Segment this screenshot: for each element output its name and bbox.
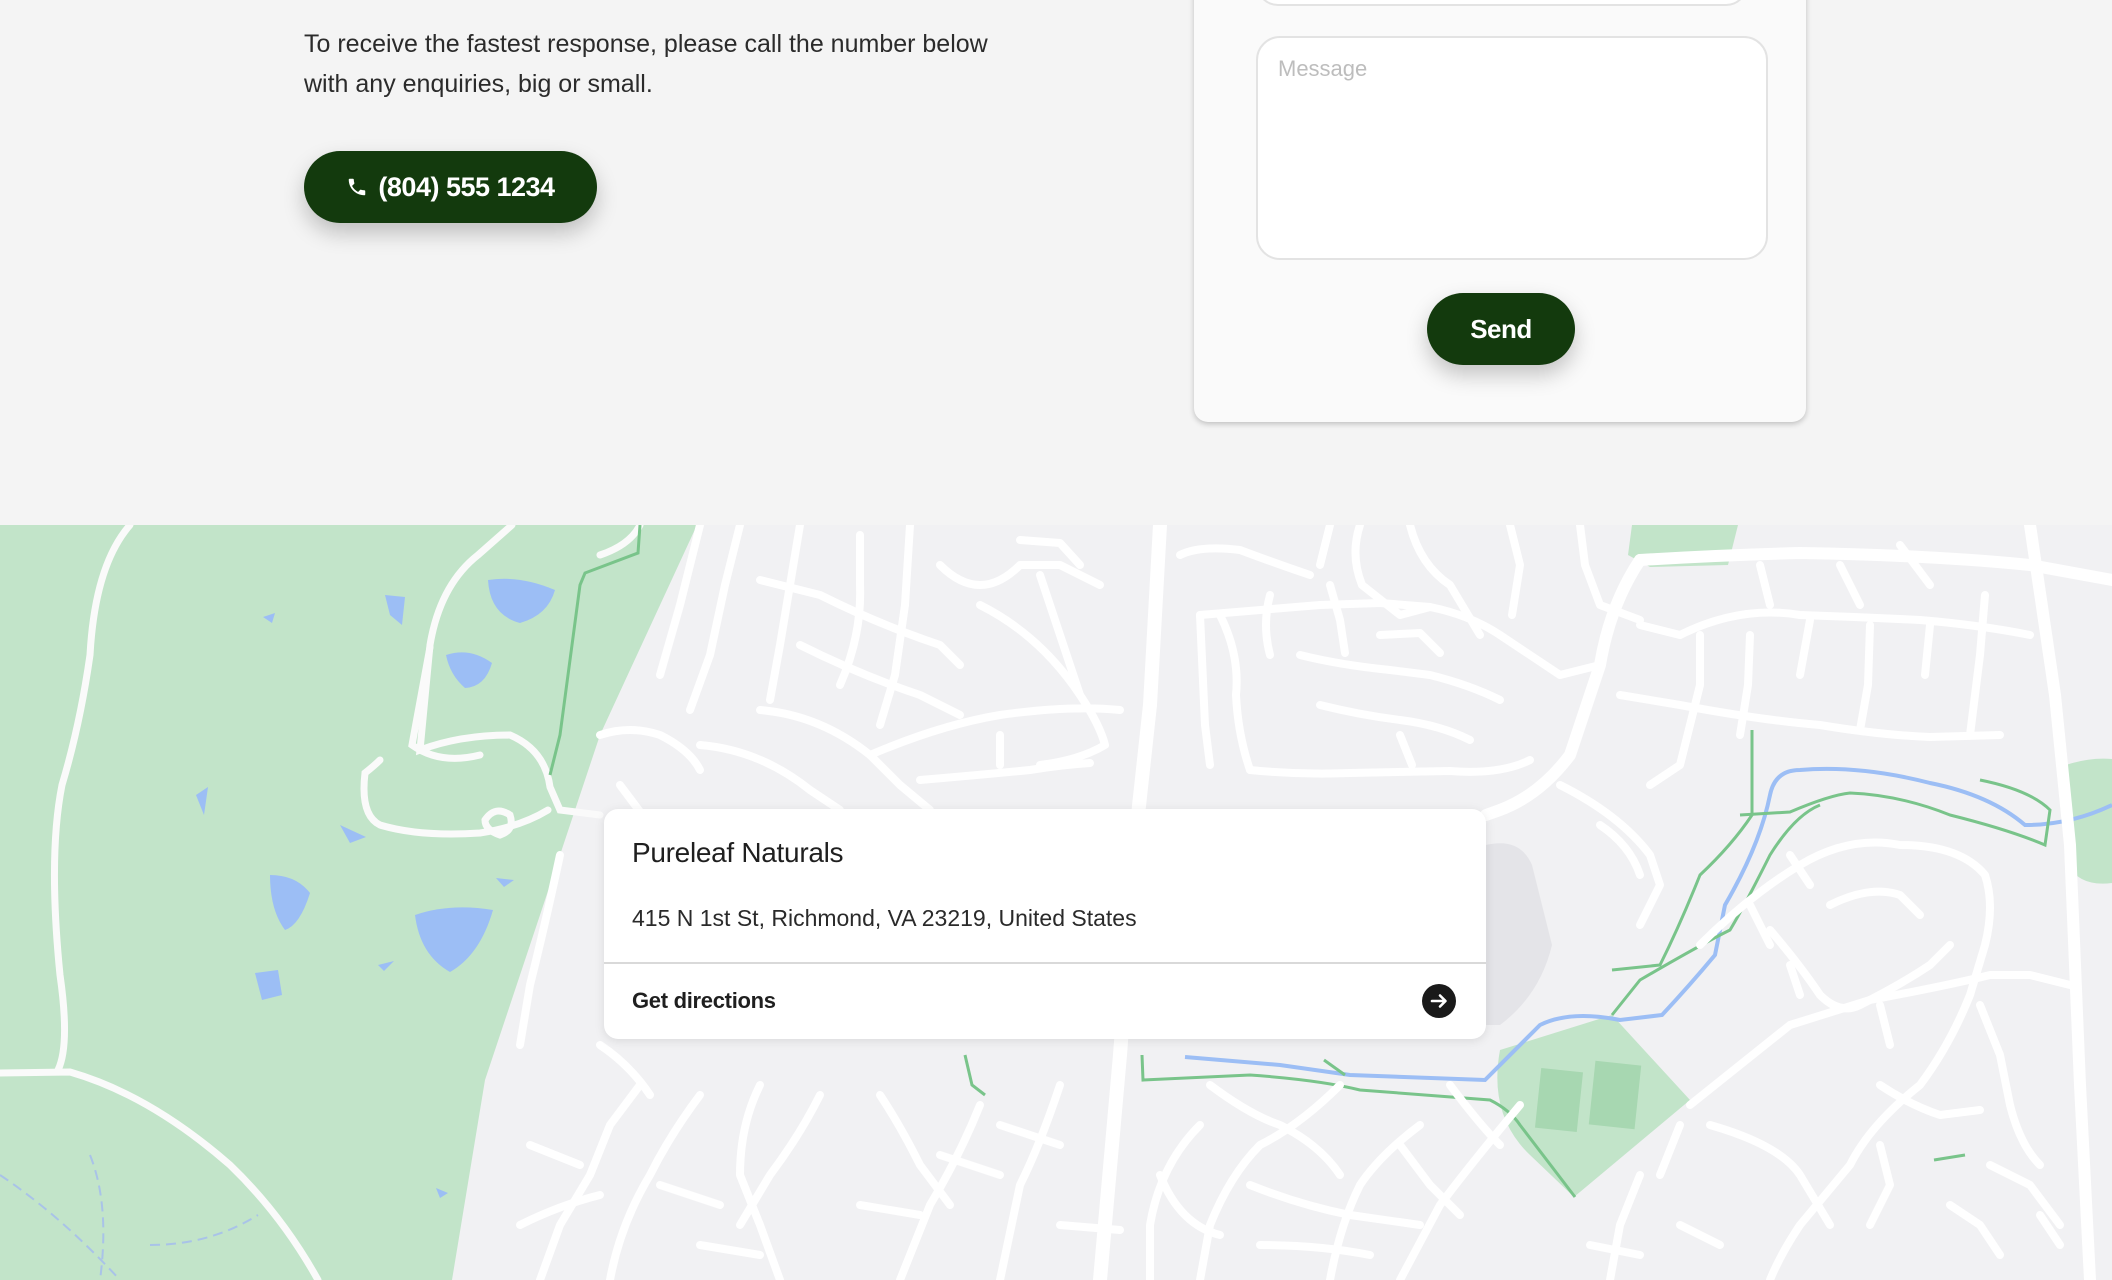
place-address: 415 N 1st St, Richmond, VA 23219, United…: [632, 905, 1137, 931]
form-field-above[interactable]: [1256, 0, 1748, 6]
contact-form-card: Send: [1194, 0, 1806, 422]
phone-icon: [349, 178, 366, 196]
directions-label: Get directions: [632, 988, 776, 1013]
contact-section: To receive the fastest response, please …: [0, 0, 2112, 525]
message-field[interactable]: [1256, 36, 1768, 260]
phone-number-label: (804) 555 1234: [378, 171, 555, 202]
place-name: Pureleaf Naturals: [632, 837, 844, 868]
building-area: [1486, 843, 1552, 1025]
intro-text: To receive the fastest response, please …: [304, 30, 988, 98]
sports-field: [1534, 1067, 1584, 1133]
send-button[interactable]: Send: [1427, 293, 1575, 365]
call-phone-button[interactable]: (804) 555 1234: [304, 151, 597, 223]
map-section[interactable]: Pureleaf Naturals 415 N 1st St, Richmond…: [0, 525, 2112, 1280]
page: To receive the fastest response, please …: [0, 0, 2112, 1280]
arrow-right-circle-icon[interactable]: [1422, 984, 1456, 1018]
get-directions-link[interactable]: Get directions: [604, 964, 1486, 1039]
sports-field: [1588, 1060, 1642, 1130]
place-info-card: Pureleaf Naturals 415 N 1st St, Richmond…: [604, 809, 1486, 1039]
